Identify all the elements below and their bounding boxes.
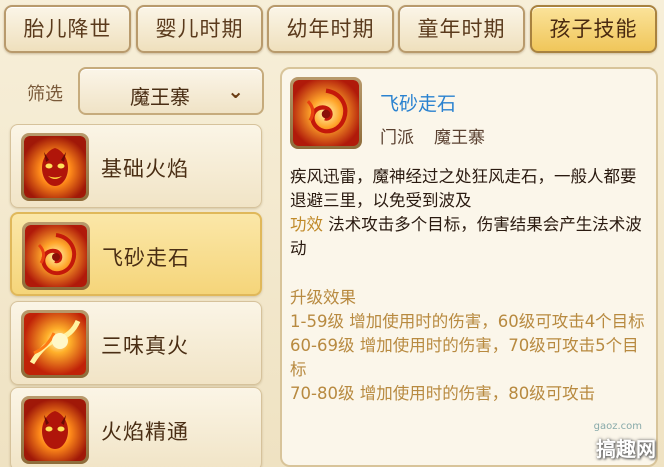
sect-filter-dropdown[interactable]: 魔王寨 ⌄ bbox=[78, 67, 264, 115]
game-window: 胎儿降世 婴儿时期 幼年时期 童年时期 孩子技能 筛选 魔王寨 ⌄ 基础火焰 飞… bbox=[0, 0, 664, 467]
skill-label: 三味真火 bbox=[101, 334, 189, 358]
skill-name: 飞砂走石 bbox=[380, 93, 457, 115]
tab-bar: 胎儿降世 婴儿时期 幼年时期 童年时期 孩子技能 bbox=[0, 5, 664, 55]
effect-label: 功效 bbox=[290, 215, 323, 234]
skill-item-samadhi-fire[interactable]: 三味真火 bbox=[10, 301, 262, 385]
effect-text: 法术攻击多个目标，伤害结果会产生法术波动 bbox=[290, 215, 642, 258]
skill-icon-frame bbox=[21, 396, 89, 464]
filter-value: 魔王寨 bbox=[130, 85, 190, 109]
chevron-down-icon: ⌄ bbox=[227, 79, 244, 103]
sect-value: 魔王寨 bbox=[434, 128, 485, 148]
detail-icon-frame bbox=[290, 77, 362, 149]
upgrade-line: 1-59级 增加使用时的伤害，60级可攻击4个目标 bbox=[290, 312, 645, 331]
tab-infant[interactable]: 婴儿时期 bbox=[136, 5, 263, 53]
tab-toddler[interactable]: 幼年时期 bbox=[267, 5, 394, 53]
skill-detail-panel: 飞砂走石 门派 魔王寨 疾风迅雷，魔神经过之处狂风走石，一般人都要退避三里，以免… bbox=[280, 67, 658, 467]
upgrade-line: 70-80级 增加使用时的伤害，80级可攻击 bbox=[290, 384, 596, 403]
tab-childhood[interactable]: 童年时期 bbox=[398, 5, 525, 53]
skill-effect: 功效 法术攻击多个目标，伤害结果会产生法术波动 bbox=[290, 213, 650, 261]
sect-label: 门派 bbox=[380, 128, 414, 148]
skill-icon-frame bbox=[22, 222, 90, 290]
site-watermark: gaoz.com 搞趣网 bbox=[565, 412, 664, 467]
skill-icon-frame bbox=[21, 310, 89, 378]
demon-flame-icon bbox=[24, 399, 86, 461]
watermark-url: gaoz.com bbox=[593, 421, 642, 432]
skill-label: 基础火焰 bbox=[101, 157, 189, 181]
skill-label: 火焰精通 bbox=[101, 420, 189, 444]
skill-description: 疾风迅雷，魔神经过之处狂风走石，一般人都要退避三里，以免受到波及 bbox=[290, 167, 637, 210]
skill-item-flame-mastery[interactable]: 火焰精通 bbox=[10, 387, 262, 467]
tab-child-skills[interactable]: 孩子技能 bbox=[530, 5, 657, 53]
skill-item-basic-flame[interactable]: 基础火焰 bbox=[10, 124, 262, 208]
upgrade-title: 升级效果 bbox=[290, 288, 356, 307]
fire-swirl-icon bbox=[293, 80, 359, 146]
fire-swirl-icon bbox=[25, 225, 87, 287]
fireball-icon bbox=[24, 313, 86, 375]
filter-label: 筛选 bbox=[27, 84, 63, 105]
upgrade-line: 60-69级 增加使用时的伤害，70级可攻击5个目标 bbox=[290, 336, 639, 379]
skill-description-body: 疾风迅雷，魔神经过之处狂风走石，一般人都要退避三里，以免受到波及 功效 法术攻击… bbox=[290, 165, 650, 406]
demon-flame-icon bbox=[24, 136, 86, 198]
watermark-site-name: 搞趣网 bbox=[596, 437, 656, 461]
skill-label: 飞砂走石 bbox=[102, 246, 190, 270]
skill-list[interactable]: 基础火焰 飞砂走石 三味真火 火焰精通 bbox=[8, 124, 266, 467]
tab-fetus[interactable]: 胎儿降世 bbox=[4, 5, 131, 53]
skill-icon-frame bbox=[21, 133, 89, 201]
skill-item-flying-sand[interactable]: 飞砂走石 bbox=[10, 212, 262, 296]
